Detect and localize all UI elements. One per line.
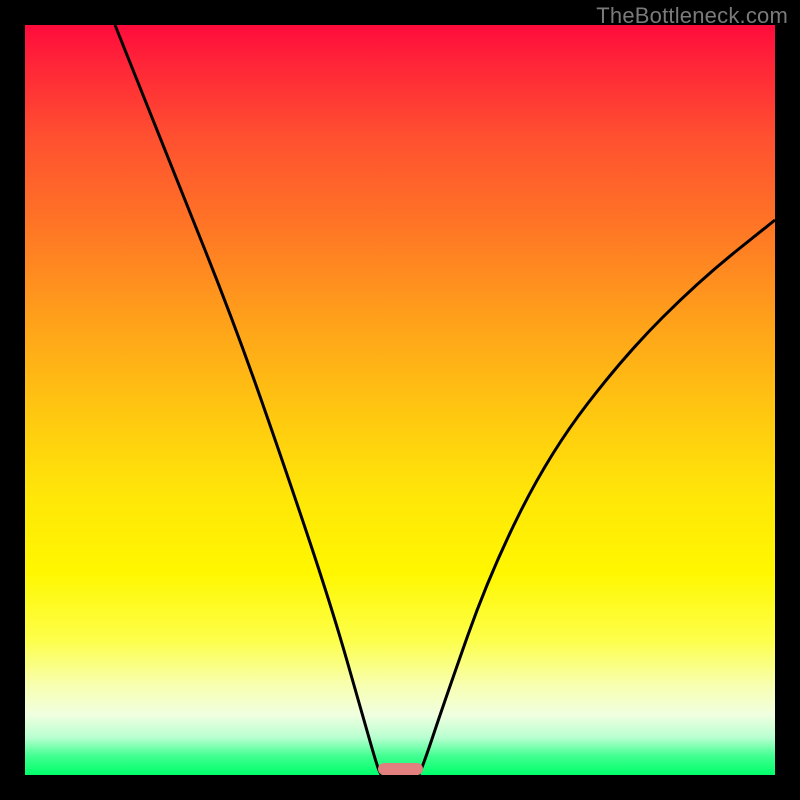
curve-svg (25, 25, 775, 775)
plot-area (25, 25, 775, 775)
chart-container (25, 25, 775, 775)
bottleneck-marker (378, 763, 423, 775)
curve-right (419, 220, 775, 775)
curve-left (115, 25, 381, 775)
